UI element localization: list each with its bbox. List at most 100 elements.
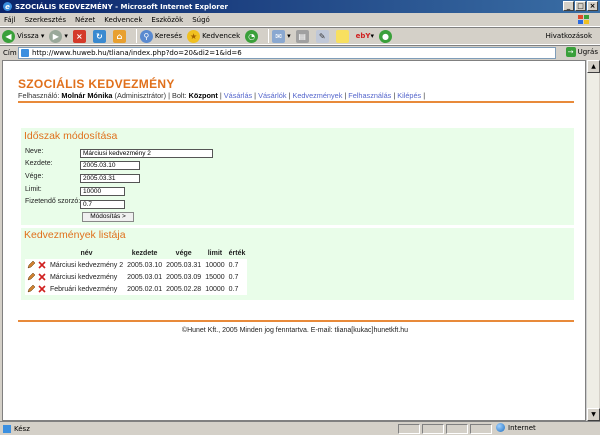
refresh-icon: ↻	[92, 29, 106, 43]
scroll-down-icon[interactable]: ▼	[587, 408, 600, 421]
user-name: Molnár Mónika	[61, 91, 113, 100]
shop-name: Központ	[188, 91, 218, 100]
edit-page-button[interactable]: ✎	[315, 29, 331, 43]
column-header-value: érték	[226, 248, 248, 259]
back-dropdown-icon: ▾	[40, 32, 45, 40]
status-text: Kész	[14, 424, 30, 433]
ratio-input[interactable]: 0.7	[80, 200, 125, 209]
search-label: Keresés	[154, 32, 183, 40]
pencil-icon[interactable]	[27, 285, 35, 293]
forward-button[interactable]: ▶ ▾	[49, 29, 68, 43]
messenger-button[interactable]: ●	[379, 29, 394, 43]
cell-start: 2005.03.01	[127, 273, 163, 281]
go-label: Ugrás	[577, 48, 598, 56]
table-row: Februári kedvezmény 2005.02.01 2005.02.2…	[25, 283, 247, 295]
table-row: Márciusi kedvezmény 2 2005.03.10 2005.03…	[25, 259, 247, 271]
menu-edit[interactable]: Szerkesztés	[25, 16, 66, 24]
row-actions	[25, 259, 48, 271]
menu-favorites[interactable]: Kedvencek	[104, 16, 142, 24]
address-bar: Cím http://www.huweb.hu/tliana/index.php…	[0, 45, 600, 59]
status-cell	[422, 424, 444, 434]
go-arrow-icon: →	[565, 47, 576, 57]
stop-button[interactable]: ×	[72, 29, 88, 43]
stop-icon: ×	[72, 29, 86, 43]
window-title: SZOCIÁLIS KEDVEZMÉNY - Microsoft Interne…	[15, 2, 228, 11]
links-label[interactable]: Hivatkozások	[546, 32, 592, 40]
column-header-start: kezdete	[125, 248, 165, 259]
row-actions	[25, 271, 48, 283]
name-input[interactable]: Márciusi kedvezmény 2	[80, 149, 213, 158]
pencil-icon[interactable]	[27, 261, 35, 269]
mail-button[interactable]: ✉ ▾	[272, 29, 291, 43]
ie-logo-icon: e	[3, 2, 12, 11]
cell-start: 2005.03.10	[127, 261, 163, 269]
menu-tools[interactable]: Eszközök	[151, 16, 183, 24]
cell-end: 2005.02.28	[166, 285, 202, 293]
nav-discounts[interactable]: Kedvezmények	[292, 91, 342, 100]
column-header-limit: limit	[203, 248, 227, 259]
history-icon: ◔	[245, 29, 259, 43]
table-row: Márciusi kedvezmény 2005.03.01 2005.03.0…	[25, 271, 247, 283]
start-date-input[interactable]: 2005.03.10	[80, 161, 140, 170]
notes-button[interactable]	[335, 29, 351, 43]
address-url: http://www.huweb.hu/tliana/index.php?do=…	[32, 49, 242, 57]
go-button[interactable]: → Ugrás	[565, 47, 598, 57]
window-title-bar[interactable]: e SZOCIÁLIS KEDVEZMÉNY - Microsoft Inter…	[0, 0, 600, 13]
start-label: Kezdete:	[25, 160, 53, 167]
menu-file[interactable]: Fájl	[4, 16, 16, 24]
close-button[interactable]: ×	[587, 1, 598, 11]
user-role: (Adminisztrátor)	[114, 91, 167, 100]
home-button[interactable]: ⌂	[112, 29, 128, 43]
limit-input[interactable]: 10000	[80, 187, 125, 196]
print-button[interactable]: ▤	[295, 29, 311, 43]
pencil-icon[interactable]	[27, 273, 35, 281]
address-input[interactable]: http://www.huweb.hu/tliana/index.php?do=…	[18, 47, 556, 59]
mail-icon: ✉	[272, 29, 286, 43]
page-viewport: SZOCIÁLIS KEDVEZMÉNY Felhasználó: Molnár…	[2, 60, 586, 421]
nav-customers[interactable]: Vásárlók	[258, 91, 286, 100]
name-label: Neve:	[25, 148, 44, 155]
edit-period-panel: Időszak módosítása Neve: Márciusi kedvez…	[21, 128, 574, 225]
maximize-button[interactable]: □	[575, 1, 586, 11]
end-label: Vége:	[25, 173, 44, 180]
menu-help[interactable]: Súgó	[192, 16, 210, 24]
ebay-button[interactable]: ebY ▾	[356, 32, 374, 40]
zone-label: Internet	[508, 423, 536, 432]
vertical-scrollbar[interactable]: ▲ ▼	[586, 60, 600, 421]
cell-limit: 10000	[205, 285, 225, 293]
delete-x-icon[interactable]	[38, 273, 46, 281]
search-button[interactable]: ⚲ Keresés	[139, 29, 183, 43]
modify-button[interactable]: Módosítás >	[82, 212, 134, 222]
cell-limit: 10000	[205, 261, 225, 269]
discount-table: név kezdete vége limit érték Márciusi ke…	[25, 248, 248, 295]
toolbar: ◀ Vissza ▾ ▶ ▾ × ↻ ⌂ ⚲ Keresés ★ Kedvenc…	[0, 27, 600, 45]
end-date-input[interactable]: 2005.03.31	[80, 174, 140, 183]
messenger-icon: ●	[379, 29, 393, 43]
ratio-label: Fizetendő szorzó:	[25, 198, 81, 205]
cell-value: 0.7	[228, 261, 239, 269]
toolbar-separator	[268, 29, 270, 43]
limit-label: Limit:	[25, 186, 42, 193]
nav-logout[interactable]: Kilépés	[397, 91, 421, 100]
forward-arrow-icon: ▶	[49, 29, 63, 43]
menu-bar: Fájl Szerkesztés Nézet Kedvencek Eszközö…	[0, 13, 600, 27]
user-prefix: Felhasználó:	[18, 91, 60, 100]
nav-purchase[interactable]: Vásárlás	[224, 91, 252, 100]
header-divider	[18, 101, 574, 103]
minimize-button[interactable]: _	[563, 1, 574, 11]
menu-view[interactable]: Nézet	[75, 16, 95, 24]
globe-icon	[496, 423, 505, 432]
back-button[interactable]: ◀ Vissza ▾	[2, 29, 45, 43]
refresh-button[interactable]: ↻	[92, 29, 108, 43]
footer-text: ©Hunet Kft., 2005 Minden jog fenntartva.…	[181, 327, 409, 334]
history-button[interactable]: ◔	[245, 29, 260, 43]
search-icon: ⚲	[139, 29, 153, 43]
security-zone: Internet	[496, 423, 536, 432]
favorites-button[interactable]: ★ Kedvencek	[187, 29, 240, 43]
delete-x-icon[interactable]	[38, 261, 46, 269]
nav-usage[interactable]: Felhasználás	[348, 91, 391, 100]
column-header-name: név	[47, 248, 126, 259]
cell-start: 2005.02.01	[127, 285, 163, 293]
delete-x-icon[interactable]	[38, 285, 46, 293]
scroll-up-icon[interactable]: ▲	[587, 60, 600, 73]
